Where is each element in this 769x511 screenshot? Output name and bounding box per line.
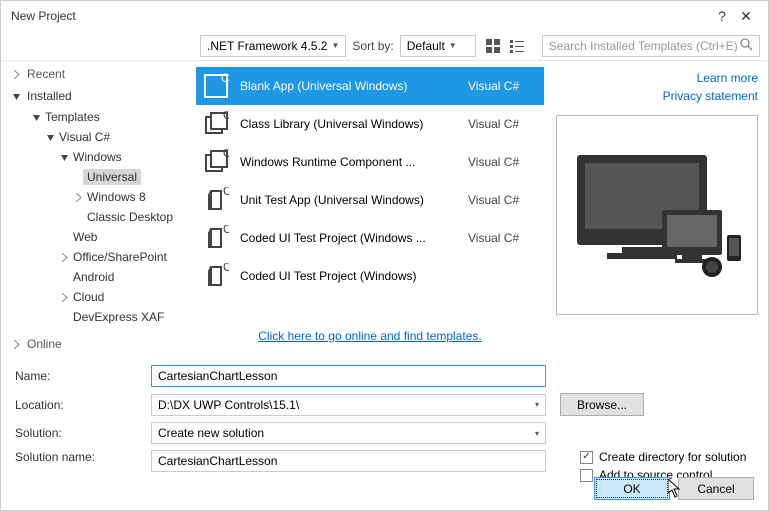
tree-section-online[interactable]: Online — [1, 333, 194, 355]
tree-node-windows[interactable]: Windows — [1, 147, 194, 167]
preview-pane: Learn more Privacy statement — [546, 61, 768, 357]
solname-input[interactable]: CartesianChartLesson — [151, 450, 546, 472]
sidebar-tree: Recent Installed Templates Visual C# Win… — [1, 61, 194, 357]
template-name: Coded UI Test Project (Windows) — [240, 269, 458, 283]
help-icon[interactable]: ? — [710, 8, 734, 24]
template-name: Blank App (Universal Windows) — [240, 79, 458, 93]
tree-section-recent[interactable]: Recent — [1, 63, 194, 85]
privacy-link[interactable]: Privacy statement — [556, 87, 758, 105]
tree-node-universal[interactable]: Universal — [1, 167, 194, 187]
cancel-button[interactable]: Cancel — [678, 477, 754, 500]
template-row[interactable]: C# Coded UI Test Project (Windows) — [196, 257, 544, 295]
svg-text:C#: C# — [223, 149, 229, 160]
tree-node-cloud[interactable]: Cloud — [1, 287, 194, 307]
name-label: Name: — [15, 369, 145, 383]
checkbox-checked-icon — [580, 451, 593, 464]
dialog-footer: OK Cancel — [594, 477, 754, 500]
createdir-label: Create directory for solution — [599, 450, 746, 464]
toolbar: .NET Framework 4.5.2 ▼ Sort by: Default … — [1, 31, 768, 61]
online-templates-link[interactable]: Click here to go online and find templat… — [196, 321, 544, 351]
sortby-dropdown[interactable]: Default ▼ — [400, 35, 476, 57]
tree-node-windows8[interactable]: Windows 8 — [1, 187, 194, 207]
template-name: Coded UI Test Project (Windows ... — [240, 231, 458, 245]
template-icon: C# — [202, 262, 230, 290]
template-lang: Visual C# — [468, 193, 538, 207]
name-input[interactable]: CartesianChartLesson — [151, 365, 546, 387]
svg-text:C#: C# — [223, 187, 229, 198]
view-grid-icon[interactable] — [482, 35, 504, 57]
framework-label: .NET Framework 4.5.2 — [207, 39, 327, 53]
chevron-down-icon — [31, 113, 41, 122]
solution-dropdown[interactable]: Create new solution▾ — [151, 422, 546, 444]
search-icon — [740, 38, 753, 54]
framework-dropdown[interactable]: .NET Framework 4.5.2 ▼ — [200, 35, 346, 57]
tree-node-web[interactable]: Web — [1, 227, 194, 247]
svg-text:C#: C# — [221, 73, 229, 85]
template-icon: C# — [202, 148, 230, 176]
solution-label: Solution: — [15, 426, 145, 440]
chevron-right-icon — [11, 340, 21, 349]
chevron-right-icon — [59, 253, 69, 262]
template-icon: C# — [202, 72, 230, 100]
svg-text:C#: C# — [223, 225, 229, 236]
chevron-down-icon: ▼ — [449, 41, 457, 50]
svg-text:C#: C# — [223, 263, 229, 274]
location-input[interactable]: D:\DX UWP Controls\15.1\▾ — [151, 394, 546, 416]
createdir-checkbox[interactable]: Create directory for solution — [580, 450, 746, 464]
ok-button[interactable]: OK — [594, 477, 670, 500]
tree-node-visualcs[interactable]: Visual C# — [1, 127, 194, 147]
templates-list: C# Blank App (Universal Windows) Visual C#… — [194, 61, 546, 357]
template-row[interactable]: C# Blank App (Universal Windows) Visual C# — [196, 67, 544, 105]
solname-label: Solution name: — [15, 450, 145, 464]
template-preview-image — [556, 115, 758, 315]
chevron-right-icon — [59, 293, 69, 302]
template-name: Windows Runtime Component ... — [240, 155, 458, 169]
template-name: Class Library (Universal Windows) — [240, 117, 458, 131]
search-input[interactable]: Search Installed Templates (Ctrl+E) — [542, 35, 760, 57]
template-lang: Visual C# — [468, 79, 538, 93]
template-row[interactable]: C# Coded UI Test Project (Windows ... Visu… — [196, 219, 544, 257]
view-list-icon[interactable] — [506, 35, 528, 57]
tree-node-templates[interactable]: Templates — [1, 107, 194, 127]
template-row[interactable]: C# Class Library (Universal Windows) Visua… — [196, 105, 544, 143]
template-lang: Visual C# — [468, 155, 538, 169]
titlebar: New Project ? ✕ — [1, 1, 768, 31]
checkbox-icon — [580, 469, 593, 482]
tree-node-officesp[interactable]: Office/SharePoint — [1, 247, 194, 267]
chevron-down-icon — [59, 153, 69, 162]
template-icon: C# — [202, 110, 230, 138]
tree-section-installed[interactable]: Installed — [1, 85, 194, 107]
svg-text:C#: C# — [223, 111, 229, 122]
chevron-down-icon — [11, 92, 21, 101]
chevron-down-icon: ▾ — [535, 429, 539, 438]
close-icon[interactable]: ✕ — [734, 8, 758, 25]
template-row[interactable]: C# Unit Test App (Universal Windows) Visua… — [196, 181, 544, 219]
sortby-value: Default — [407, 39, 445, 53]
chevron-right-icon — [73, 193, 83, 202]
location-label: Location: — [15, 398, 145, 412]
template-lang: Visual C# — [468, 231, 538, 245]
tree-node-classicdesktop[interactable]: Classic Desktop — [1, 207, 194, 227]
search-placeholder: Search Installed Templates (Ctrl+E) — [549, 39, 738, 53]
template-row[interactable]: C# Windows Runtime Component ... Visual C# — [196, 143, 544, 181]
template-icon: C# — [202, 224, 230, 252]
template-name: Unit Test App (Universal Windows) — [240, 193, 458, 207]
sortby-label: Sort by: — [352, 39, 393, 53]
learn-more-link[interactable]: Learn more — [556, 69, 758, 87]
template-lang: Visual C# — [468, 117, 538, 131]
tree-node-android[interactable]: Android — [1, 267, 194, 287]
chevron-down-icon — [45, 133, 55, 142]
browse-button[interactable]: Browse... — [560, 393, 644, 416]
window-title: New Project — [11, 9, 710, 23]
chevron-right-icon — [11, 70, 21, 79]
template-icon: C# — [202, 186, 230, 214]
chevron-down-icon: ▼ — [331, 41, 339, 50]
tree-node-devexpress[interactable]: DevExpress XAF — [1, 307, 194, 327]
chevron-down-icon: ▾ — [535, 400, 539, 409]
